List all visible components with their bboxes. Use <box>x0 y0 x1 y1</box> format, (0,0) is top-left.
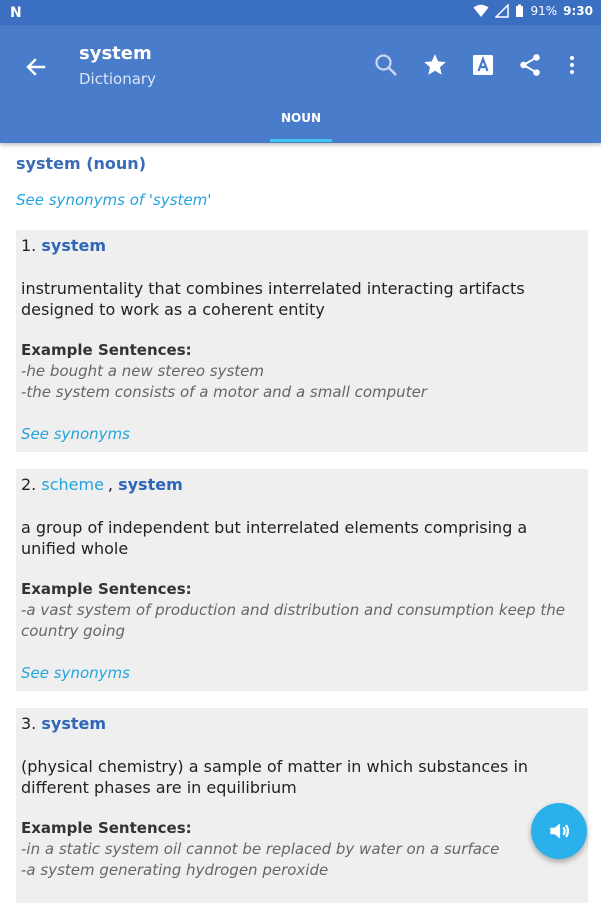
examples-label: Example Sentences: <box>21 341 192 359</box>
entry-term[interactable]: system <box>41 714 106 733</box>
pronounce-button[interactable] <box>531 803 587 859</box>
entry-term[interactable]: system <box>118 475 183 494</box>
example-sentence: -a system generating hydrogen peroxide <box>21 861 329 879</box>
example-sentence: -in a static system oil cannot be replac… <box>21 840 500 858</box>
clock: 9:30 <box>563 4 593 18</box>
entry-term[interactable]: scheme <box>41 475 104 494</box>
definition-text: instrumentality that combines interrelat… <box>21 279 525 319</box>
definition-text: (physical chemistry) a sample of matter … <box>21 757 529 797</box>
notification-n-icon: N <box>10 5 22 21</box>
status-icons: 91% 9:30 <box>473 4 593 18</box>
term-separator: , <box>107 475 113 494</box>
star-icon <box>424 54 446 75</box>
signal-icon <box>495 4 510 18</box>
definition-card: 3. system (physical chemistry) a sample … <box>16 708 588 903</box>
font-size-button[interactable] <box>469 51 497 79</box>
definition-card: 2. scheme, system a group of independent… <box>16 469 588 691</box>
wifi-icon <box>473 4 489 17</box>
page-title: system <box>79 43 152 64</box>
example-sentence: -the system consists of a motor and a sm… <box>21 383 427 401</box>
entry-header: 1. system <box>21 236 106 255</box>
entry-number: 1. <box>21 236 37 255</box>
back-arrow-icon <box>26 58 46 76</box>
more-vert-icon <box>570 56 574 74</box>
example-sentence: -a vast system of production and distrib… <box>21 601 565 640</box>
search-icon <box>375 54 397 76</box>
share-icon <box>520 54 540 76</box>
example-sentence: -he bought a new stereo system <box>21 362 265 380</box>
app-bar: system Dictionary NOUN <box>0 25 601 143</box>
entry-term[interactable]: system <box>41 236 106 255</box>
tab-indicator <box>270 139 332 142</box>
entry-header: 2. scheme, system <box>21 475 183 494</box>
battery-percent: 91% <box>530 4 558 18</box>
status-bar: N 91% 9:30 <box>0 0 601 25</box>
favorite-button[interactable] <box>421 51 449 79</box>
entry-number: 2. <box>21 475 37 494</box>
share-button[interactable] <box>516 51 544 79</box>
search-button[interactable] <box>372 51 400 79</box>
see-synonyms-link[interactable]: See synonyms <box>21 664 130 682</box>
see-synonyms-link[interactable]: See synonyms <box>21 425 130 443</box>
entry-header: 3. system <box>21 714 106 733</box>
see-synonyms-all-link[interactable]: See synonyms of 'system' <box>16 191 211 209</box>
definition-card: 1. system instrumentality that combines … <box>16 230 588 452</box>
page-subtitle: Dictionary <box>79 70 156 88</box>
font-icon <box>473 55 493 75</box>
more-options-button[interactable] <box>558 51 586 79</box>
word-heading: system (noun) <box>16 154 147 173</box>
back-button[interactable] <box>22 53 50 81</box>
speaker-icon <box>550 823 570 839</box>
examples-label: Example Sentences: <box>21 580 192 598</box>
examples-label: Example Sentences: <box>21 819 192 837</box>
entry-number: 3. <box>21 714 37 733</box>
definition-text: a group of independent but interrelated … <box>21 518 528 558</box>
battery-icon <box>516 4 524 17</box>
